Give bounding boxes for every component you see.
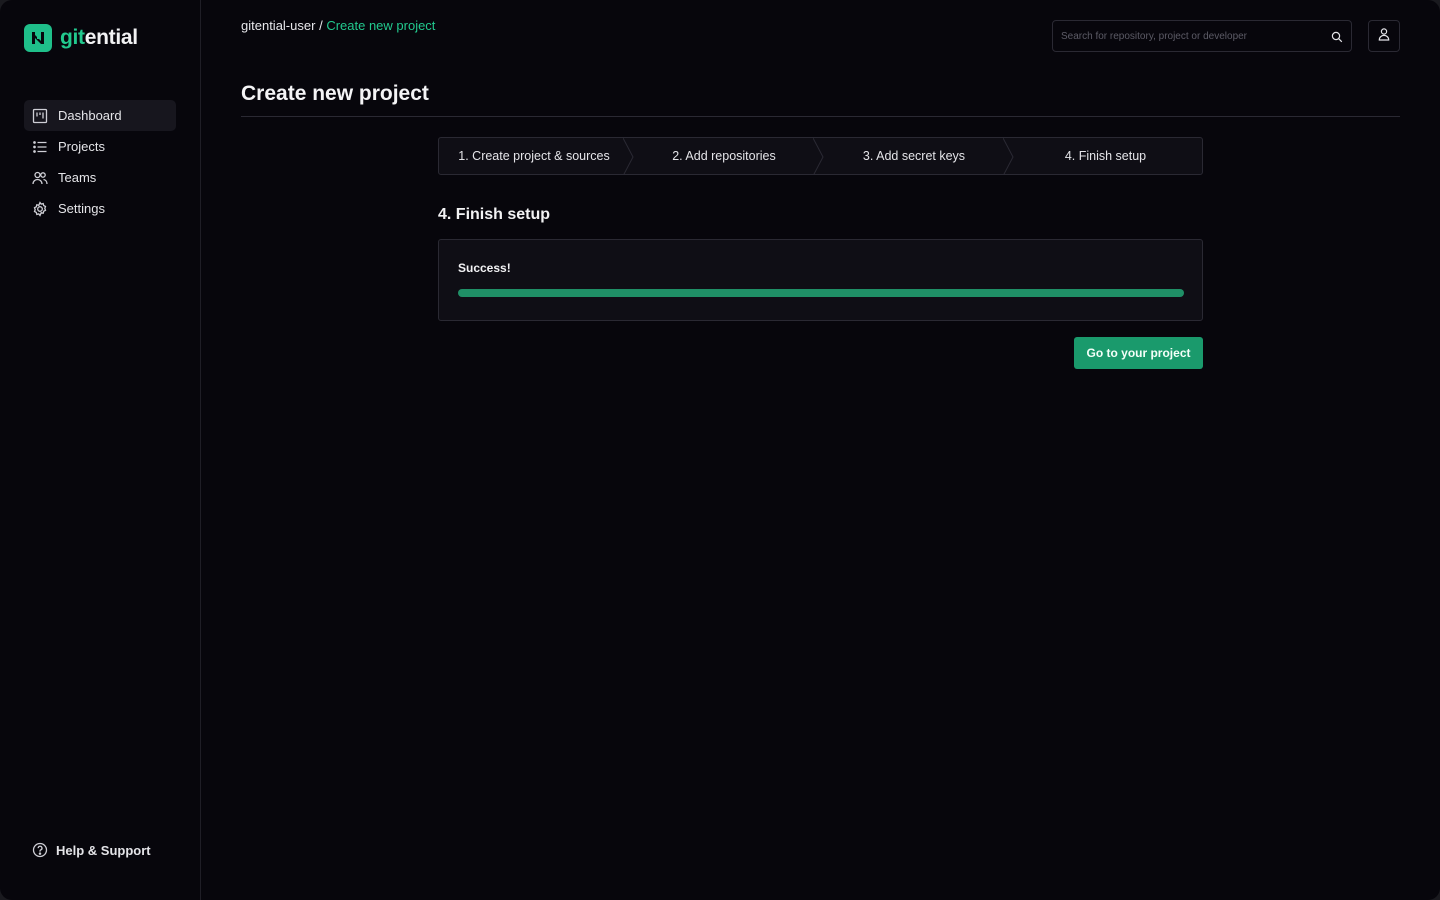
help-support-label: Help & Support [56,842,151,858]
search-box [1052,20,1352,52]
progress-fill [458,289,1184,297]
breadcrumb-current: Create new project [326,18,436,33]
step-label: 1. Create project & sources [458,149,610,163]
step-add-secret-keys[interactable]: 3. Add secret keys [819,138,1014,174]
gear-icon [32,200,48,217]
go-to-project-button[interactable]: Go to your project [1074,337,1203,369]
help-icon [32,842,48,858]
user-menu-button[interactable] [1368,20,1400,52]
sidebar: gitential Dashboard Projects Teams Setti… [0,0,201,900]
step-separator-icon [813,138,824,174]
step-label: 3. Add secret keys [862,149,966,163]
logo-text: gitential [60,26,138,50]
sidebar-item-dashboard[interactable]: Dashboard [24,100,176,131]
help-support-link[interactable]: Help & Support [32,842,151,858]
breadcrumb-root[interactable]: gitential-user [241,18,315,33]
search-input[interactable] [1061,30,1331,42]
logo-text-prefix: git [60,26,85,49]
setup-stepper: 1. Create project & sources 2. Add repos… [438,137,1203,175]
logo[interactable]: gitential [24,24,138,52]
status-text: Success! [458,261,511,275]
sidebar-item-label: Dashboard [58,108,122,123]
sidebar-item-teams[interactable]: Teams [24,162,176,193]
step-separator-icon [1003,138,1014,174]
step-label: 4. Finish setup [1064,149,1147,163]
breadcrumb: gitential-user / Create new project [241,18,435,33]
step-create-project[interactable]: 1. Create project & sources [439,138,634,174]
step-finish-setup[interactable]: 4. Finish setup [1009,138,1202,174]
list-icon [32,139,48,155]
dashboard-icon [32,108,48,124]
users-icon [32,170,48,186]
user-icon [1377,27,1391,46]
section-title: 4. Finish setup [438,206,551,223]
step-add-repositories[interactable]: 2. Add repositories [629,138,824,174]
step-separator-icon [623,138,634,174]
sidebar-nav: Dashboard Projects Teams Settings [24,100,176,224]
sidebar-item-projects[interactable]: Projects [24,131,176,162]
progress-bar [458,289,1184,297]
logo-text-suffix: ential [84,26,138,49]
sidebar-item-label: Settings [58,201,105,216]
breadcrumb-separator: / [319,18,323,33]
search-icon[interactable] [1331,30,1343,43]
step-label: 2. Add repositories [672,149,776,163]
logo-icon [24,24,52,52]
sidebar-item-label: Projects [58,139,105,154]
sidebar-item-label: Teams [58,170,97,185]
page-title: Create new project [241,82,429,105]
app-window: gitential Dashboard Projects Teams Setti… [0,0,1440,900]
title-divider [241,116,1400,117]
status-card: Success! [438,239,1203,321]
sidebar-item-settings[interactable]: Settings [24,193,176,224]
